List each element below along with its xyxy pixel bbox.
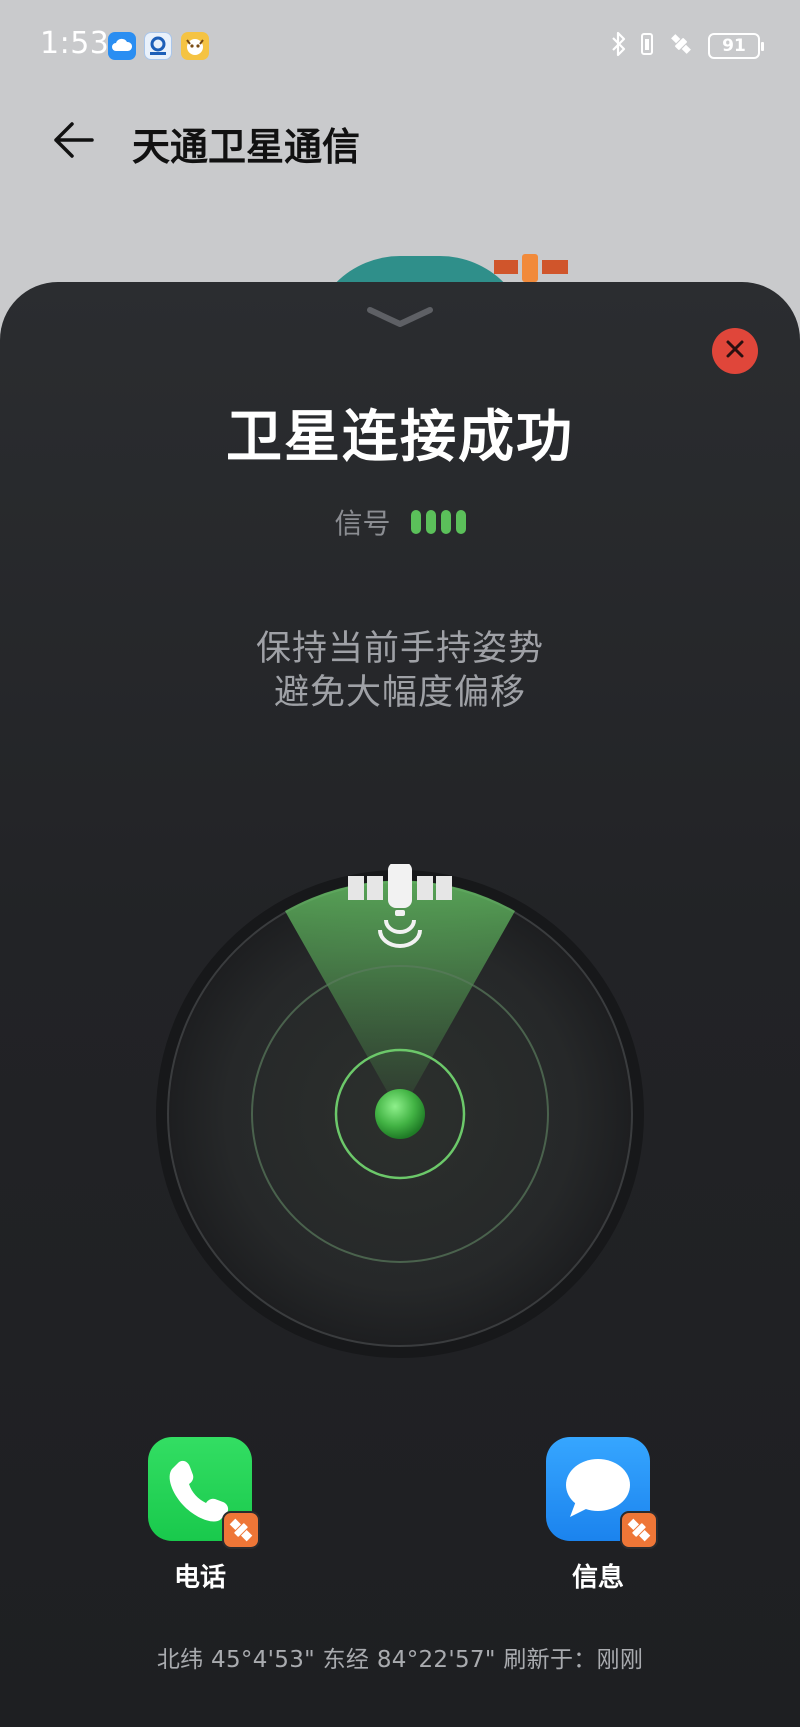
page-title: 天通卫星通信 [132,125,361,169]
satellite-illustration-icon [494,254,568,282]
signal-bar [410,510,421,534]
satellite-connection-sheet: 卫星连接成功 信号 保持当前手持姿势 避免大幅度偏移 电话 信息 北纬 45°4… [0,282,800,1727]
location-coordinates: 北纬 45°4'53" 东经 84°22'57" 刷新于：刚刚 [156,1647,644,1673]
satellite-badge-icon [620,1511,658,1549]
status-bar: 1:53 91 [0,0,800,90]
signal-strength-bars [410,510,466,534]
message-app-icon [546,1437,658,1549]
pet-app-icon [181,32,209,60]
signal-bar [455,510,466,534]
close-icon [725,339,745,363]
connection-status-title: 卫星连接成功 [226,405,574,470]
phone-label: 电话 [173,1563,226,1593]
device-icon [640,31,654,61]
bank-app-icon [144,32,172,60]
app-header: 天通卫星通信 [0,100,800,180]
cloud-icon [108,32,136,60]
status-time: 1:53 [40,26,110,61]
hint-line-1: 保持当前手持姿势 [255,629,544,669]
collapse-chevron-icon[interactable] [364,304,436,332]
hint-line-2: 避免大幅度偏移 [273,673,526,713]
bluetooth-icon [610,30,628,62]
signal-bar [440,510,451,534]
satellite-phone-button[interactable]: 电话 [130,1437,270,1594]
signal-label: 信号 [334,507,391,540]
close-button[interactable] [712,328,758,374]
message-label: 信息 [571,1563,624,1593]
satellite-message-button[interactable]: 信息 [528,1437,668,1594]
system-status-icons: 91 [610,29,764,63]
satellite-icon [666,29,696,63]
posture-hint: 保持当前手持姿势 避免大幅度偏移 [0,627,800,715]
battery-icon: 91 [708,33,764,59]
alignment-radar [156,864,644,1358]
phone-app-icon [148,1437,260,1549]
satellite-badge-icon [222,1511,260,1549]
signal-bar [425,510,436,534]
signal-indicator: 信号 [0,502,800,542]
back-arrow-icon[interactable] [48,116,100,164]
alignment-ball [375,1089,425,1139]
